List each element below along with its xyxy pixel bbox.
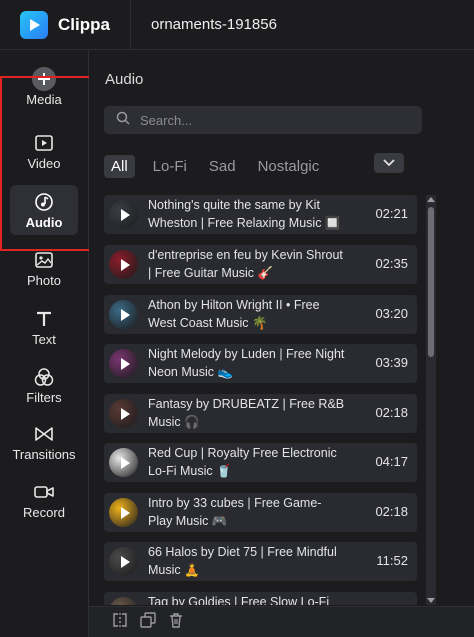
filter-chips: All Lo-Fi Sad Nostalgic <box>104 153 424 179</box>
project-name[interactable]: ornaments-191856 <box>151 16 277 33</box>
app-name: Clippa <box>58 14 110 34</box>
track-item[interactable]: Intro by 33 cubes | Free Game- Play Music… <box>104 493 417 532</box>
nav-item-record[interactable]: Record <box>10 475 78 525</box>
track-thumbnail <box>109 200 138 229</box>
more-filters-button[interactable] <box>374 153 404 173</box>
track-duration: 02:18 <box>375 504 408 519</box>
split-icon <box>112 612 128 633</box>
track-item[interactable]: d'entreprise en feu by Kevin Shrout | Fre… <box>104 245 417 284</box>
chevron-down-icon <box>383 154 395 172</box>
track-thumbnail <box>109 448 138 477</box>
copy-icon <box>140 611 156 633</box>
filter-chip-sad[interactable]: Sad <box>209 158 236 175</box>
track-duration: 03:39 <box>375 355 408 370</box>
track-title: Athon by Hilton Wright II • Free West Coa… <box>148 298 320 330</box>
play-icon <box>120 258 130 271</box>
track-thumbnail <box>109 349 138 378</box>
track-thumbnail <box>109 498 138 527</box>
filters-circles-icon <box>34 366 54 388</box>
play-icon <box>120 357 130 370</box>
camera-icon <box>34 481 54 503</box>
track-thumbnail <box>109 250 138 279</box>
search-placeholder: Search... <box>140 112 193 128</box>
track-title: d'entreprise en feu by Kevin Shrout | Fre… <box>148 248 343 280</box>
panel-gutter <box>436 50 474 606</box>
track-title: Nothing's quite the same by Kit Wheston |… <box>148 198 341 230</box>
track-thumbnail <box>109 399 138 428</box>
track-item[interactable]: Fantasy by DRUBEATZ | Free R&B Music 🎧 02… <box>104 394 417 433</box>
nav-item-text[interactable]: Text <box>10 302 78 352</box>
track-duration: 04:17 <box>375 454 408 469</box>
search-icon <box>116 111 130 130</box>
search-input[interactable]: Search... <box>104 106 422 134</box>
nav-label-filters: Filters <box>26 389 62 405</box>
track-title: Night Melody by Luden | Free Night Neon M… <box>148 347 345 379</box>
nav-item-transitions[interactable]: Transitions <box>4 417 84 467</box>
scroll-up-arrow-icon[interactable] <box>427 197 435 202</box>
filter-chip-all[interactable]: All <box>104 154 135 178</box>
panel-title: Audio <box>105 71 144 88</box>
track-title: Fantasy by DRUBEATZ | Free R&B Music 🎧 <box>148 397 345 429</box>
nav-item-filters[interactable]: Filters <box>10 360 78 410</box>
audio-panel: Audio Search... All Lo-Fi Sad Nostalgic … <box>89 50 436 637</box>
play-icon <box>120 506 130 519</box>
play-icon <box>120 456 130 469</box>
play-icon <box>120 308 130 321</box>
track-list: Nothing's quite the same by Kit Wheston |… <box>104 195 419 605</box>
track-duration: 11:52 <box>376 553 408 568</box>
nav-label-transitions: Transitions <box>12 446 76 462</box>
scroll-thumb[interactable] <box>428 207 434 357</box>
track-title: Red Cup | Royalty Free Electronic Lo-Fi M… <box>148 446 337 478</box>
play-icon <box>120 555 130 568</box>
top-bar: Clippa ornaments-191856 <box>0 0 474 50</box>
track-item[interactable]: Nothing's quite the same by Kit Wheston |… <box>104 195 417 234</box>
track-list-scrollbar[interactable] <box>426 195 436 605</box>
track-item[interactable]: Red Cup | Royalty Free Electronic Lo-Fi M… <box>104 443 417 482</box>
highlight-box <box>0 76 94 251</box>
play-icon <box>120 208 130 221</box>
bowtie-icon <box>34 423 54 445</box>
duplicate-button[interactable] <box>139 611 157 633</box>
trash-icon <box>168 612 184 633</box>
track-item[interactable]: 66 Halos by Diet 75 | Free Mindful Music … <box>104 542 417 581</box>
track-thumbnail <box>109 300 138 329</box>
track-duration: 03:20 <box>375 306 408 321</box>
scroll-down-arrow-icon[interactable] <box>427 598 435 603</box>
bottom-toolbar <box>89 606 474 637</box>
track-duration: 02:21 <box>375 206 408 221</box>
nav-label-text: Text <box>32 331 56 347</box>
track-item[interactable]: Athon by Hilton Wright II • Free West Coa… <box>104 295 417 334</box>
track-title: 66 Halos by Diet 75 | Free Mindful Music … <box>148 545 337 577</box>
filter-chip-nostalgic[interactable]: Nostalgic <box>258 158 320 175</box>
track-thumbnail <box>109 547 138 576</box>
nav-label-photo: Photo <box>27 272 61 288</box>
track-duration: 02:35 <box>375 256 408 271</box>
track-item[interactable]: Night Melody by Luden | Free Night Neon M… <box>104 344 417 383</box>
filter-chip-lofi[interactable]: Lo-Fi <box>153 158 187 175</box>
track-title: Intro by 33 cubes | Free Game- Play Music… <box>148 496 322 528</box>
text-t-icon <box>35 308 53 330</box>
divider <box>130 0 131 50</box>
track-title: Tag by Goldies | Free Slow Lo-Fi <box>148 595 330 605</box>
split-button[interactable] <box>111 612 129 633</box>
play-icon <box>120 407 130 420</box>
track-thumbnail <box>109 597 138 605</box>
track-duration: 02:18 <box>375 405 408 420</box>
delete-button[interactable] <box>167 612 185 633</box>
image-icon <box>35 249 53 271</box>
nav-label-record: Record <box>23 504 65 520</box>
track-item[interactable]: Tag by Goldies | Free Slow Lo-Fi <box>104 592 417 605</box>
clippa-logo-icon <box>20 10 48 39</box>
